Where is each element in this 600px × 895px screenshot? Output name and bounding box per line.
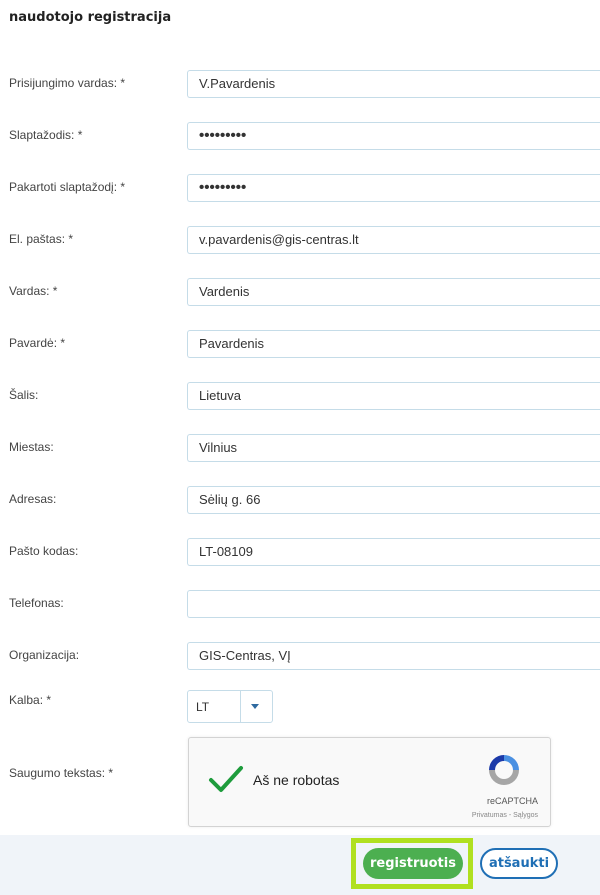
form-row-email: El. paštas: * v.pavardenis@gis-centras.l… — [0, 226, 600, 266]
first-name-input[interactable]: Vardenis — [187, 278, 600, 306]
password-repeat-label: Pakartoti slaptažodį: * — [9, 180, 126, 194]
form-row-phone: Telefonas: — [0, 590, 600, 630]
form-row-language: Kalba: * LT — [0, 690, 600, 730]
address-input[interactable]: Sėlių g. 66 — [187, 486, 600, 514]
first-name-label: Vardas: * — [9, 284, 58, 298]
recaptcha-links[interactable]: Privatumas - Sąlygos — [472, 812, 538, 819]
address-label: Adresas: — [9, 492, 57, 506]
email-label: El. paštas: * — [9, 232, 74, 246]
register-button[interactable]: registruotis — [363, 848, 463, 879]
last-name-label: Pavardė: * — [9, 336, 66, 350]
cancel-button[interactable]: atšaukti — [480, 848, 558, 879]
country-input[interactable]: Lietuva — [187, 382, 600, 410]
email-input[interactable]: v.pavardenis@gis-centras.lt — [187, 226, 600, 254]
language-select-value: LT — [196, 700, 210, 714]
select-divider — [240, 691, 241, 722]
form-row-city: Miestas: Vilnius — [0, 434, 600, 474]
language-label: Kalba: * — [9, 693, 52, 707]
phone-label: Telefonas: — [9, 596, 64, 610]
page-title: naudotojo registracija — [9, 10, 172, 25]
organization-input[interactable]: GIS-Centras, VĮ — [187, 642, 600, 670]
form-row-last-name: Pavardė: * Pavardenis — [0, 330, 600, 370]
form-row-password: Slaptažodis: * ••••••••• — [0, 122, 600, 162]
form-row-organization: Organizacija: GIS-Centras, VĮ — [0, 642, 600, 682]
postal-code-input[interactable]: LT-08109 — [187, 538, 600, 566]
captcha-text: Aš ne robotas — [253, 772, 340, 788]
form-row-password-repeat: Pakartoti slaptažodį: * ••••••••• — [0, 174, 600, 214]
city-input[interactable]: Vilnius — [187, 434, 600, 462]
language-select[interactable]: LT — [187, 690, 273, 723]
city-label: Miestas: — [9, 440, 54, 454]
password-input[interactable]: ••••••••• — [187, 122, 600, 150]
last-name-input[interactable]: Pavardenis — [187, 330, 600, 358]
username-input[interactable]: V.Pavardenis — [187, 70, 600, 98]
form-row-username: Prisijungimo vardas: * V.Pavardenis — [0, 70, 600, 110]
country-label: Šalis: — [9, 388, 39, 402]
recaptcha-brand: reCAPTCHA — [486, 796, 538, 806]
form-row-postal-code: Pašto kodas: LT-08109 — [0, 538, 600, 578]
checkmark-icon[interactable] — [208, 764, 244, 794]
password-repeat-input[interactable]: ••••••••• — [187, 174, 600, 202]
captcha-label: Saugumo tekstas: * — [9, 766, 114, 780]
chevron-down-icon[interactable] — [251, 704, 259, 709]
form-row-address: Adresas: Sėlių g. 66 — [0, 486, 600, 526]
recaptcha-logo-icon — [489, 755, 519, 785]
recaptcha-widget[interactable]: Aš ne robotas reCAPTCHA Privatumas - Sąl… — [188, 737, 551, 827]
form-row-first-name: Vardas: * Vardenis — [0, 278, 600, 318]
form-row-country: Šalis: Lietuva — [0, 382, 600, 422]
postal-code-label: Pašto kodas: — [9, 544, 79, 558]
organization-label: Organizacija: — [9, 648, 80, 662]
password-label: Slaptažodis: * — [9, 128, 83, 142]
phone-input[interactable] — [187, 590, 600, 618]
username-label: Prisijungimo vardas: * — [9, 76, 126, 90]
